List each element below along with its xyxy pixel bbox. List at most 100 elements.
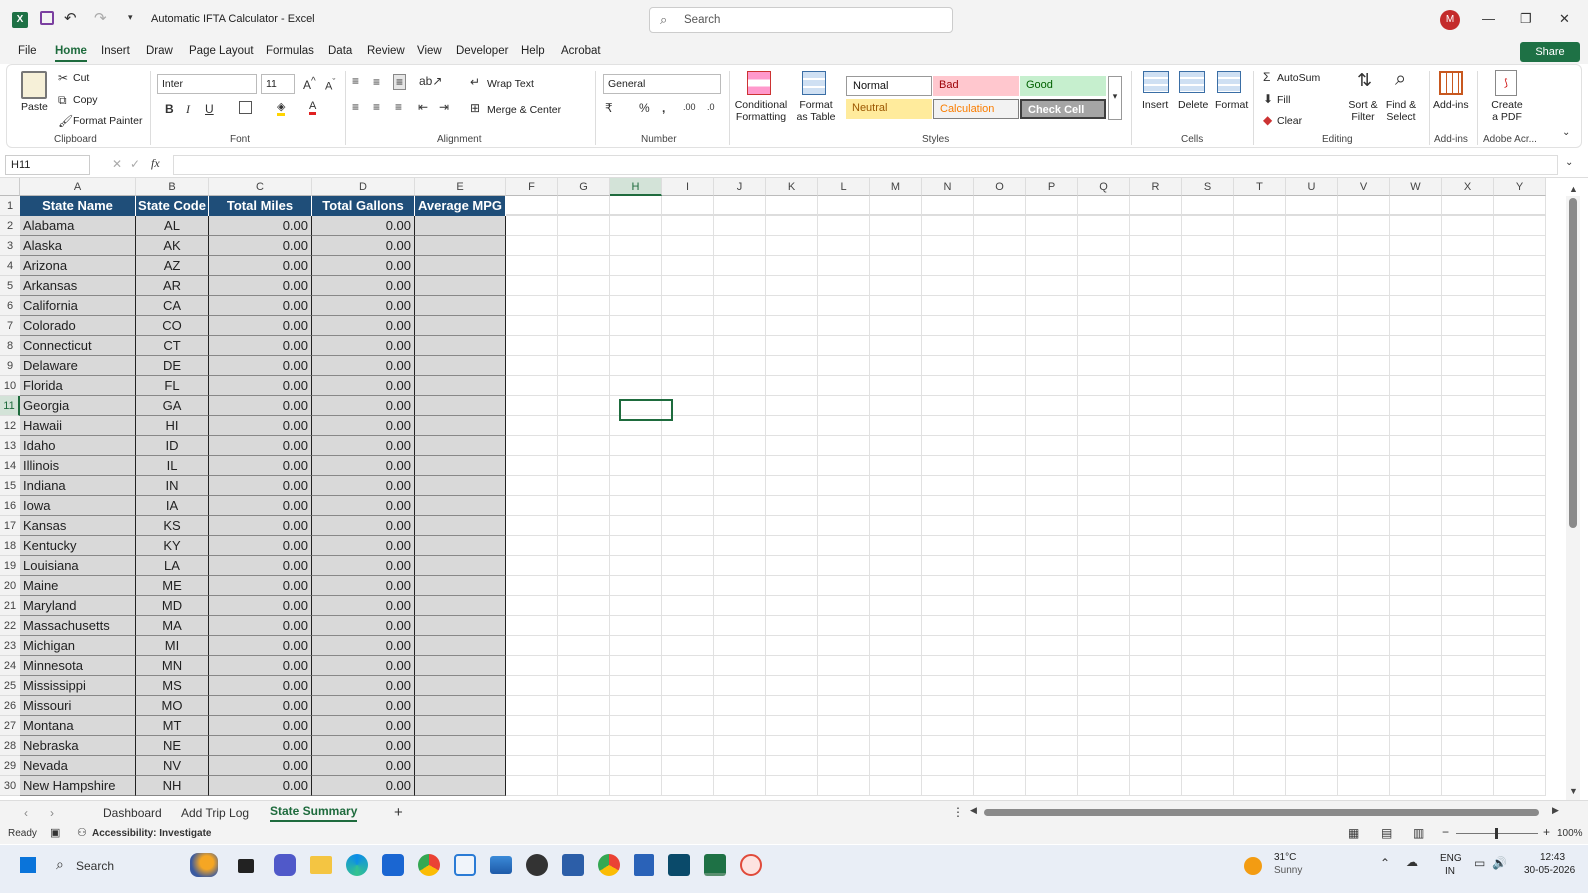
empty-cell[interactable] (1026, 776, 1078, 796)
empty-cell[interactable] (610, 436, 662, 456)
empty-cell[interactable] (1234, 596, 1286, 616)
empty-cell[interactable] (922, 236, 974, 256)
empty-cell[interactable] (1078, 716, 1130, 736)
column-header[interactable]: U (1286, 178, 1338, 196)
table-cell[interactable] (415, 436, 506, 456)
empty-cell[interactable] (1234, 216, 1286, 236)
empty-cell[interactable] (1442, 396, 1494, 416)
table-cell[interactable]: 0.00 (312, 636, 415, 656)
empty-cell[interactable] (1442, 376, 1494, 396)
empty-cell[interactable] (1182, 396, 1234, 416)
empty-cell[interactable] (610, 216, 662, 236)
empty-cell[interactable] (558, 596, 610, 616)
empty-cell[interactable] (1390, 596, 1442, 616)
table-cell[interactable] (415, 736, 506, 756)
empty-cell[interactable] (1390, 496, 1442, 516)
empty-cell[interactable] (1390, 456, 1442, 476)
empty-cell[interactable] (714, 516, 766, 536)
media-app-icon[interactable] (526, 854, 548, 876)
empty-cell[interactable] (1442, 236, 1494, 256)
create-pdf-button[interactable]: Create a PDF (1487, 99, 1527, 123)
empty-cell[interactable] (818, 636, 870, 656)
column-header[interactable]: M (870, 178, 922, 196)
empty-cell[interactable] (1182, 656, 1234, 676)
empty-cell[interactable] (870, 196, 922, 216)
empty-cell[interactable] (1234, 396, 1286, 416)
table-cell[interactable] (415, 516, 506, 536)
empty-cell[interactable] (1026, 436, 1078, 456)
table-cell[interactable]: Kansas (20, 516, 136, 536)
row-header[interactable]: 15 (0, 476, 20, 496)
empty-cell[interactable] (818, 256, 870, 276)
empty-cell[interactable] (1130, 516, 1182, 536)
empty-cell[interactable] (1286, 596, 1338, 616)
empty-cell[interactable] (922, 696, 974, 716)
table-cell[interactable]: CA (136, 296, 209, 316)
column-header[interactable]: Y (1494, 178, 1546, 196)
copy-button[interactable]: Copy (73, 94, 98, 106)
increase-decimal-icon[interactable]: .00 (683, 102, 696, 112)
empty-cell[interactable] (1078, 296, 1130, 316)
empty-cell[interactable] (1442, 256, 1494, 276)
table-cell[interactable]: Nevada (20, 756, 136, 776)
empty-cell[interactable] (870, 376, 922, 396)
empty-cell[interactable] (922, 456, 974, 476)
row-header[interactable]: 20 (0, 576, 20, 596)
empty-cell[interactable] (1026, 656, 1078, 676)
empty-cell[interactable] (1390, 416, 1442, 436)
empty-cell[interactable] (610, 596, 662, 616)
empty-cell[interactable] (818, 496, 870, 516)
empty-cell[interactable] (1286, 396, 1338, 416)
column-header[interactable]: K (766, 178, 818, 196)
table-cell[interactable] (415, 716, 506, 736)
empty-cell[interactable] (1442, 476, 1494, 496)
empty-cell[interactable] (1182, 256, 1234, 276)
empty-cell[interactable] (870, 236, 922, 256)
excel-taskbar-icon[interactable] (704, 854, 726, 876)
empty-cell[interactable] (662, 236, 714, 256)
table-cell[interactable]: 0.00 (209, 536, 312, 556)
row-header[interactable]: 2 (0, 216, 20, 236)
empty-cell[interactable] (506, 496, 558, 516)
row-header[interactable]: 5 (0, 276, 20, 296)
empty-cell[interactable] (714, 276, 766, 296)
empty-cell[interactable] (974, 456, 1026, 476)
empty-cell[interactable] (558, 356, 610, 376)
empty-cell[interactable] (766, 276, 818, 296)
empty-cell[interactable] (1234, 276, 1286, 296)
empty-cell[interactable] (662, 376, 714, 396)
empty-cell[interactable] (974, 616, 1026, 636)
empty-cell[interactable] (1078, 416, 1130, 436)
code-editor-icon[interactable] (490, 856, 512, 874)
empty-cell[interactable] (1338, 516, 1390, 536)
table-cell[interactable]: 0.00 (209, 376, 312, 396)
language-code[interactable]: ENG (1440, 853, 1462, 864)
empty-cell[interactable] (1182, 716, 1234, 736)
empty-cell[interactable] (818, 756, 870, 776)
empty-cell[interactable] (1078, 696, 1130, 716)
empty-cell[interactable] (818, 396, 870, 416)
empty-cell[interactable] (1442, 436, 1494, 456)
empty-cell[interactable] (922, 356, 974, 376)
empty-cell[interactable] (870, 736, 922, 756)
empty-cell[interactable] (1182, 336, 1234, 356)
empty-cell[interactable] (1286, 376, 1338, 396)
empty-cell[interactable] (1026, 256, 1078, 276)
vertical-scroll-thumb[interactable] (1569, 198, 1577, 528)
table-cell[interactable] (415, 676, 506, 696)
store-app-icon[interactable] (382, 854, 404, 876)
scroll-down-icon[interactable]: ▼ (1569, 786, 1578, 796)
empty-cell[interactable] (1026, 696, 1078, 716)
restore-icon[interactable]: ❐ (1520, 11, 1532, 27)
empty-cell[interactable] (714, 236, 766, 256)
empty-cell[interactable] (506, 516, 558, 536)
empty-cell[interactable] (558, 396, 610, 416)
row-header[interactable]: 29 (0, 756, 20, 776)
empty-cell[interactable] (1026, 336, 1078, 356)
table-cell[interactable]: MS (136, 676, 209, 696)
table-cell[interactable]: 0.00 (312, 756, 415, 776)
empty-cell[interactable] (1286, 456, 1338, 476)
table-cell[interactable]: Nebraska (20, 736, 136, 756)
align-left-icon[interactable]: ≡ (352, 100, 359, 114)
table-cell[interactable]: IN (136, 476, 209, 496)
